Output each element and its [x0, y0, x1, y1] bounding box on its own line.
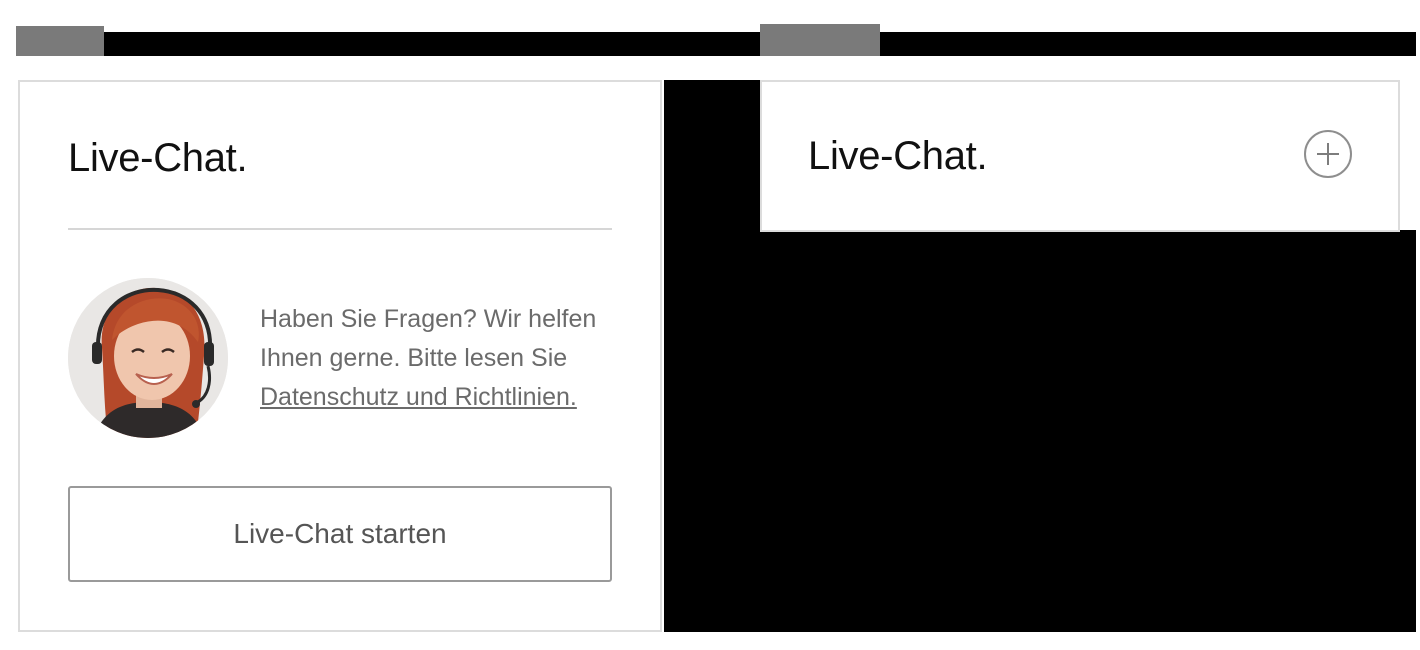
start-live-chat-button[interactable]: Live-Chat starten	[68, 486, 612, 582]
left-header-label-chip	[16, 26, 104, 56]
live-chat-title: Live-Chat.	[68, 136, 248, 180]
live-chat-card-expanded: Live-Chat. Haben Sie Fragen? Wir helfen …	[18, 80, 662, 632]
middle-black-area	[664, 80, 764, 632]
right-black-area	[760, 230, 1416, 632]
plus-circle-icon	[1317, 143, 1339, 165]
screenshot-stage: Live-Chat. Haben Sie Fragen? Wir helfen …	[0, 0, 1420, 650]
privacy-policy-link[interactable]: Datenschutz und Richtlinien.	[260, 383, 577, 411]
live-chat-help-text: Haben Sie Fragen? Wir helfen Ihnen gerne…	[260, 305, 597, 372]
live-chat-card-collapsed[interactable]: Live-Chat.	[760, 80, 1400, 232]
agent-avatar	[68, 278, 228, 438]
agent-headset-photo-icon	[68, 278, 228, 438]
live-chat-description: Haben Sie Fragen? Wir helfen Ihnen gerne…	[260, 300, 620, 417]
card-divider	[68, 228, 612, 230]
expand-plus-button[interactable]	[1304, 130, 1352, 178]
left-header-bar	[16, 32, 760, 56]
right-header-label-chip	[760, 24, 880, 56]
live-chat-title-collapsed: Live-Chat.	[808, 134, 988, 178]
